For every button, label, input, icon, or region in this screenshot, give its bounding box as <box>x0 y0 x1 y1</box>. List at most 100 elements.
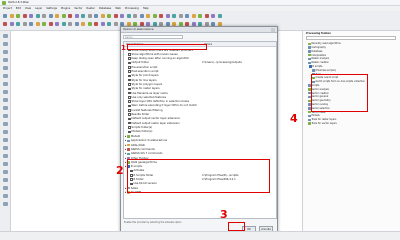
toolbar-icon[interactable] <box>191 14 196 18</box>
toolbar-icon[interactable] <box>107 14 111 18</box>
toolbar-icon[interactable] <box>159 14 163 18</box>
toolbar-icon[interactable] <box>74 22 79 26</box>
close-icon[interactable] <box>271 28 275 32</box>
toolbar-icon[interactable] <box>94 14 98 18</box>
menu-item-0[interactable]: Project <box>3 7 12 10</box>
toolbar-icon[interactable] <box>126 14 131 18</box>
layer-tool-icon[interactable] <box>3 154 8 158</box>
menu-item-5[interactable]: Plugins <box>61 7 70 10</box>
toolbar-icon[interactable] <box>81 22 85 26</box>
toolbox-item[interactable]: Tools for vector layers <box>308 122 337 126</box>
layer-tool-icon[interactable] <box>3 202 8 206</box>
checkbox[interactable] <box>128 126 131 129</box>
toolbar-icon[interactable] <box>178 14 183 18</box>
checkbox[interactable] <box>128 78 131 82</box>
menu-item-9[interactable]: Web <box>115 7 121 10</box>
layer-tool-icon[interactable] <box>3 146 8 150</box>
toolbar-icon[interactable] <box>42 14 46 18</box>
layer-tool-icon[interactable] <box>3 186 8 190</box>
layer-tool-icon[interactable] <box>3 194 8 198</box>
toolbar-icon[interactable] <box>100 22 105 26</box>
expand-arrow-icon[interactable]: ▸ <box>125 152 126 155</box>
toolbar-icon[interactable] <box>87 14 92 18</box>
menu-item-1[interactable]: Edit <box>16 7 21 10</box>
toolbar-icon[interactable] <box>35 14 40 18</box>
toolbox-search-input[interactable] <box>306 36 396 40</box>
toolbar-icon[interactable] <box>198 14 202 18</box>
toolbar-icon[interactable] <box>29 14 33 18</box>
toolbar-icon[interactable] <box>211 14 215 18</box>
checkbox[interactable] <box>128 113 131 116</box>
checkbox[interactable] <box>128 57 131 60</box>
toolbar-icon[interactable] <box>3 14 7 18</box>
layer-tool-icon[interactable] <box>3 178 8 182</box>
toolbar-icon[interactable] <box>113 22 118 26</box>
checkbox[interactable] <box>128 66 131 69</box>
menu-item-10[interactable]: Processing <box>125 7 139 10</box>
layer-tool-icon[interactable] <box>3 66 8 70</box>
toolbar-icon[interactable] <box>61 22 66 26</box>
expand-arrow-icon[interactable]: ▸ <box>125 135 126 138</box>
layer-tool-icon[interactable] <box>3 162 8 166</box>
toolbar-icon[interactable] <box>55 14 59 18</box>
checkbox[interactable] <box>128 117 131 121</box>
checkbox[interactable] <box>128 104 131 108</box>
toolbar-icon[interactable] <box>146 14 150 18</box>
toolbar-icon[interactable] <box>217 14 222 18</box>
layer-tool-icon[interactable] <box>3 98 8 102</box>
menu-item-3[interactable]: Layer <box>35 7 42 10</box>
checkbox[interactable] <box>128 70 131 73</box>
toolbar-icon[interactable] <box>107 22 111 26</box>
search-input[interactable]: Cerca... <box>123 35 183 39</box>
toolbar-icon[interactable] <box>29 22 33 26</box>
toolbar-icon[interactable] <box>172 14 176 18</box>
toolbar-icon[interactable] <box>185 14 189 18</box>
toolbar-icon[interactable] <box>120 14 124 18</box>
layer-tool-icon[interactable] <box>3 170 8 174</box>
layer-tool-icon[interactable] <box>3 130 8 134</box>
layer-tool-icon[interactable] <box>3 114 8 118</box>
toolbar-icon[interactable] <box>204 14 209 18</box>
toolbar-icon[interactable] <box>22 14 27 18</box>
checkbox[interactable] <box>128 83 131 86</box>
checkbox[interactable] <box>128 121 131 125</box>
layer-tool-icon[interactable] <box>3 50 8 54</box>
toolbar-icon[interactable] <box>35 22 40 26</box>
setting-value[interactable]: C:\Users\...\processing\outputs <box>202 61 242 64</box>
toolbar-icon[interactable] <box>16 14 20 18</box>
layer-tool-icon[interactable] <box>3 34 8 38</box>
checkbox[interactable] <box>128 100 131 103</box>
toolbar-icon[interactable] <box>139 14 144 18</box>
menu-item-11[interactable]: Help <box>143 7 149 10</box>
menu-item-4[interactable]: Settings <box>46 7 57 10</box>
layer-tool-icon[interactable] <box>3 74 8 78</box>
toolbar-icon[interactable] <box>152 14 157 18</box>
checkbox[interactable] <box>128 96 131 99</box>
toolbar-icon[interactable] <box>74 14 79 18</box>
checkbox[interactable] <box>128 87 131 91</box>
menu-item-7[interactable]: Raster <box>87 7 95 10</box>
menu-item-8[interactable]: Database <box>99 7 111 10</box>
toolbar-icon[interactable] <box>81 14 85 18</box>
layer-tool-icon[interactable] <box>3 90 8 94</box>
checkbox[interactable] <box>128 91 131 95</box>
expand-arrow-icon[interactable]: ▸ <box>125 148 126 151</box>
toolbar-icon[interactable] <box>87 22 92 26</box>
layer-tool-icon[interactable] <box>3 106 8 110</box>
toolbar-icon[interactable] <box>48 22 53 26</box>
checkbox[interactable] <box>128 109 131 112</box>
menu-item-6[interactable]: Vector <box>74 7 82 10</box>
toolbar-icon[interactable] <box>113 14 118 18</box>
layer-tool-icon[interactable] <box>3 82 8 86</box>
layer-tool-icon[interactable] <box>3 122 8 126</box>
toolbar-icon[interactable] <box>61 14 66 18</box>
setting-row[interactable]: Models folder(s) <box>124 130 276 134</box>
checkbox[interactable] <box>128 61 131 65</box>
menu-item-2[interactable]: View <box>25 7 31 10</box>
toolbar-icon[interactable] <box>9 14 14 18</box>
toolbar-icon[interactable] <box>55 22 59 26</box>
layer-tool-icon[interactable] <box>3 42 8 46</box>
layer-tool-icon[interactable] <box>3 58 8 62</box>
toolbar-icon[interactable] <box>165 14 170 18</box>
checkbox[interactable] <box>128 53 131 56</box>
